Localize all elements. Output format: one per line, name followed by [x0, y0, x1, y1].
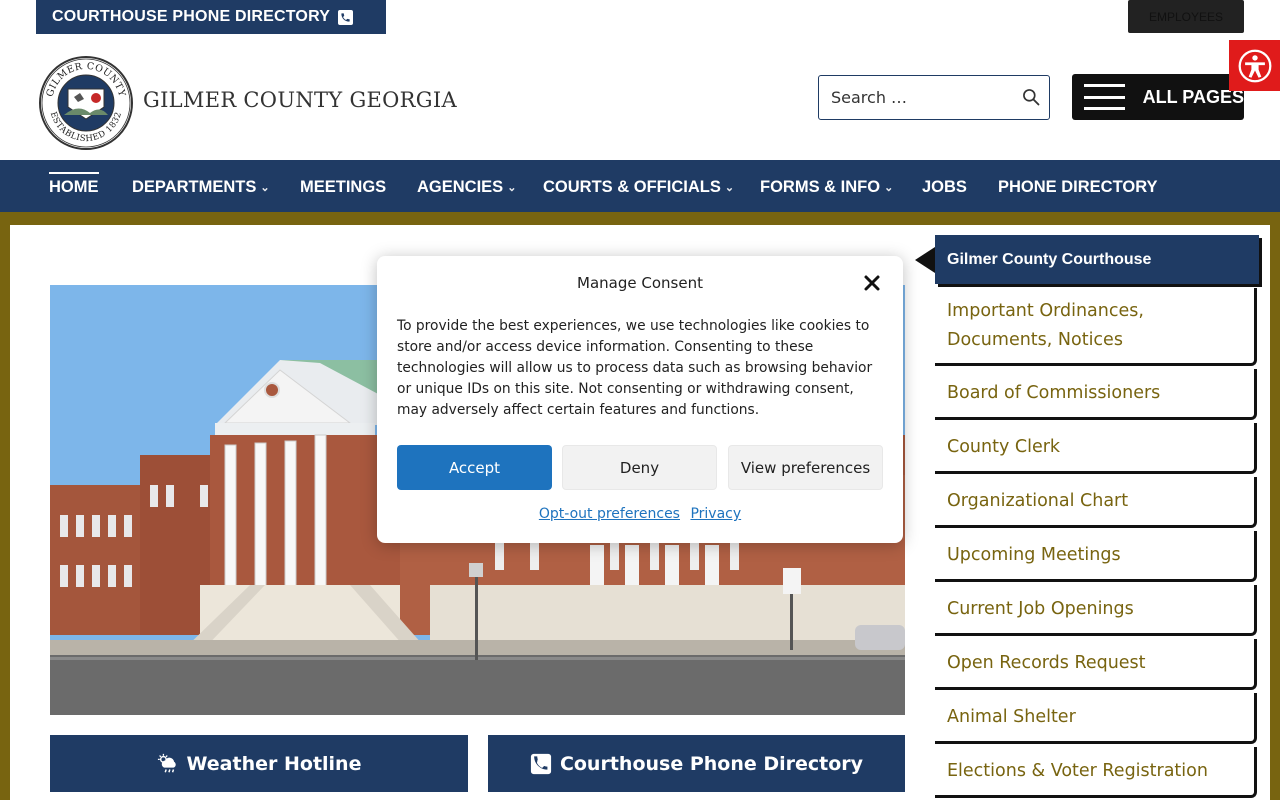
hamburger-icon [1084, 84, 1125, 110]
nav-agencies[interactable]: AGENCIES ⌄ [417, 160, 516, 215]
all-pages-menu-button[interactable]: ALL PAGES [1072, 74, 1244, 120]
nav-departments[interactable]: DEPARTMENTS ⌄ [132, 160, 270, 215]
accessibility-icon [1238, 49, 1271, 82]
sidebar-item-label: Elections & Voter Registration [947, 760, 1208, 781]
accessibility-button[interactable] [1229, 40, 1280, 91]
sidebar-item-label: Current Job Openings [947, 598, 1134, 619]
employees-label: EMPLOYEES [1148, 9, 1224, 24]
sidebar-item-county-clerk[interactable]: County Clerk [935, 423, 1257, 474]
nav-courts-officials-label: COURTS & OFFICIALS [543, 178, 721, 196]
courthouse-phone-directory-button[interactable]: Courthouse Phone Directory [488, 735, 905, 792]
accept-button[interactable]: Accept [397, 445, 552, 490]
nav-home[interactable]: HOME [49, 160, 99, 215]
chevron-down-icon: ⌄ [724, 182, 735, 194]
weather-hotline-label: Weather Hotline [186, 752, 362, 775]
sidebar-item-ordinances[interactable]: Important Ordinances, Documents, Notices [935, 288, 1257, 366]
employees-button[interactable]: EMPLOYEES [1128, 0, 1244, 33]
courthouse-phone-directory-label: Courthouse Phone Directory [559, 752, 864, 775]
privacy-link[interactable]: Privacy [690, 506, 741, 522]
nav-departments-label: DEPARTMENTS [132, 178, 257, 196]
sidebar-item-open-records[interactable]: Open Records Request [935, 639, 1257, 690]
consent-message: To provide the best experiences, we use … [397, 318, 873, 418]
close-icon[interactable] [863, 274, 881, 292]
county-seal-logo[interactable]: GILMER COUNTY ESTABLISHED 1832 [38, 55, 134, 151]
nav-forms-info-label: FORMS & INFO [760, 178, 881, 196]
consent-links: Opt-out preferences Privacy [377, 506, 903, 522]
chevron-down-icon: ⌄ [884, 182, 894, 194]
nav-phone-directory[interactable]: PHONE DIRECTORY [998, 160, 1158, 215]
courthouse-phone-directory-top-button[interactable]: COURTHOUSE PHONE DIRECTORY [36, 0, 386, 34]
nav-agencies-label: AGENCIES [417, 178, 504, 196]
weather-icon [157, 753, 176, 772]
sidebar-item-label: Documents, Notices [947, 329, 1123, 350]
sidebar-item-upcoming-meetings[interactable]: Upcoming Meetings [935, 531, 1257, 582]
sidebar-item-board-of-commissioners[interactable]: Board of Commissioners [935, 369, 1257, 420]
chevron-down-icon: ⌄ [507, 182, 517, 194]
search-input[interactable] [819, 88, 1009, 107]
view-preferences-button[interactable]: View preferences [728, 445, 883, 490]
weather-hotline-button[interactable]: Weather Hotline [50, 735, 468, 792]
site-title[interactable]: GILMER COUNTY GEORGIA [143, 88, 457, 112]
main-navigation: HOME DEPARTMENTS ⌄ MEETINGS AGENCIES ⌄ COU… [0, 160, 1280, 215]
sidebar-item-label: Animal Shelter [947, 706, 1076, 727]
sidebar-item-label: County Clerk [947, 436, 1061, 457]
sidebar-heading-label: Gilmer County Courthouse [947, 250, 1152, 268]
sidebar-item-label: Open Records Request [947, 652, 1146, 673]
nav-home-label: HOME [49, 178, 99, 196]
nav-jobs-label: JOBS [922, 178, 967, 196]
sidebar-heading[interactable]: Gilmer County Courthouse [915, 235, 1259, 284]
phone-square-icon [530, 753, 552, 774]
consent-dialog: Manage Consent To provide the best exper… [377, 256, 903, 543]
sidebar-item-label: Important Ordinances, [947, 300, 1144, 321]
sidebar-item-elections[interactable]: Elections & Voter Registration [935, 747, 1257, 798]
search-icon[interactable] [1021, 87, 1041, 107]
nav-phone-directory-label: PHONE DIRECTORY [998, 178, 1158, 196]
sidebar-item-label: Board of Commissioners [947, 382, 1161, 403]
opt-out-link[interactable]: Opt-out preferences [539, 506, 680, 522]
consent-title: Manage Consent [577, 274, 703, 292]
nav-meetings-label: MEETINGS [300, 178, 387, 196]
nav-jobs[interactable]: JOBS [922, 160, 967, 215]
sidebar-item-organizational-chart[interactable]: Organizational Chart [935, 477, 1257, 528]
sidebar-item-job-openings[interactable]: Current Job Openings [935, 585, 1257, 636]
sidebar-item-animal-shelter[interactable]: Animal Shelter [935, 693, 1257, 744]
chevron-down-icon: ⌄ [260, 182, 270, 194]
nav-meetings[interactable]: MEETINGS [300, 160, 386, 215]
phone-icon [338, 9, 354, 25]
sidebar-item-label: Upcoming Meetings [947, 544, 1121, 565]
top-directory-label: COURTHOUSE PHONE DIRECTORY [52, 8, 331, 25]
nav-courts-officials[interactable]: COURTS & OFFICIALS ⌄ [543, 160, 734, 215]
sidebar-item-label: Organizational Chart [947, 490, 1129, 511]
search-form [818, 75, 1050, 120]
deny-button[interactable]: Deny [562, 445, 717, 490]
nav-forms-info[interactable]: FORMS & INFO ⌄ [760, 160, 893, 215]
